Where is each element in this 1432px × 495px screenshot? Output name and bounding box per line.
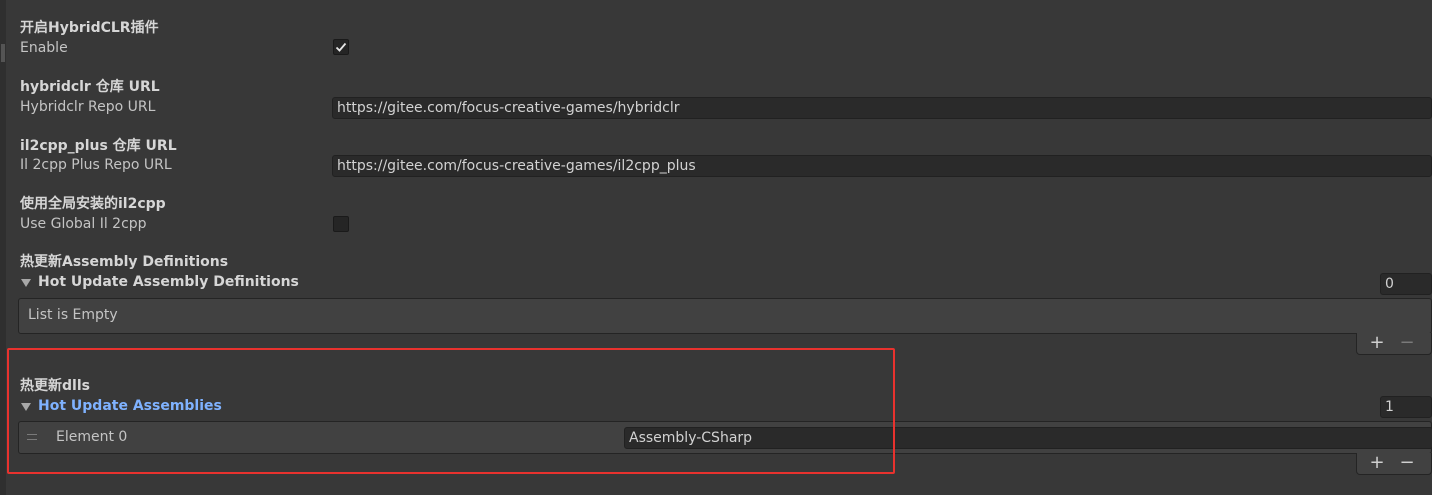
il2cpp-plus-repo-url-input[interactable]: https://gitee.com/focus-creative-games/i… (332, 155, 1432, 177)
use-global-il2cpp-label: Use Global Il 2cpp (20, 216, 147, 232)
list-empty-text: List is Empty (28, 307, 118, 323)
hybridclr-repo-heading: hybridclr 仓库 URL (20, 79, 160, 95)
foldout-arrow-icon[interactable] (21, 279, 31, 287)
enable-label: Enable (20, 40, 68, 56)
hybridclr-repo-url-input[interactable]: https://gitee.com/focus-creative-games/h… (332, 97, 1432, 119)
assembly-definitions-list: List is Empty (18, 298, 1432, 334)
hot-update-assemblies-size-input[interactable]: 1 (1380, 396, 1432, 418)
assembly-definitions-foldout-label[interactable]: Hot Update Assembly Definitions (38, 274, 299, 290)
il2cpp-plus-repo-heading: il2cpp_plus 仓库 URL (20, 138, 177, 154)
assembly-definitions-size-input[interactable]: 0 (1380, 273, 1432, 295)
scroll-thumb[interactable] (1, 44, 5, 62)
enable-checkbox[interactable] (333, 39, 349, 55)
assembly-definitions-list-footer: + − (1356, 333, 1432, 355)
highlight-box (7, 348, 895, 474)
hybridclr-repo-label: Hybridclr Repo URL (20, 99, 156, 115)
inspector-left-strip (0, 0, 6, 495)
hot-update-assemblies-list-footer: + − (1356, 453, 1432, 475)
assembly-definitions-heading: 热更新Assembly Definitions (20, 254, 229, 270)
add-element-button[interactable]: + (1367, 334, 1387, 352)
use-global-il2cpp-checkbox[interactable] (333, 216, 349, 232)
remove-element-button[interactable]: − (1397, 334, 1417, 352)
add-element-button[interactable]: + (1367, 454, 1387, 472)
enable-heading: 开启HybridCLR插件 (20, 20, 159, 36)
checkmark-icon (335, 42, 347, 52)
remove-element-button[interactable]: − (1397, 454, 1417, 472)
il2cpp-plus-repo-label: Il 2cpp Plus Repo URL (20, 157, 172, 173)
use-global-il2cpp-heading: 使用全局安装的il2cpp (20, 196, 166, 212)
